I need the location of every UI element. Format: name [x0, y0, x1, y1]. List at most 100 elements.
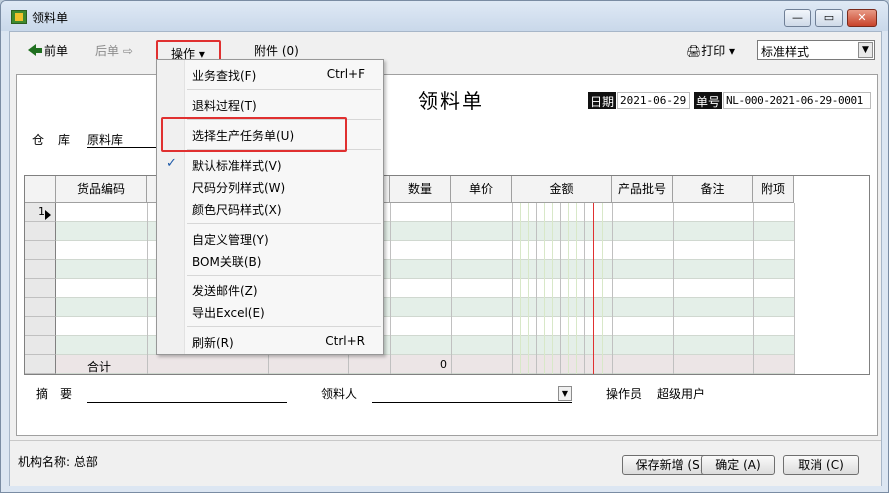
close-button[interactable]: ✕: [847, 9, 877, 27]
amount-digit-line: [584, 203, 585, 374]
total-row: [56, 355, 794, 374]
toolbar: 前单 后单 ⇨ 操作 ▾ 附件 (0) 🖨打印 ▾ 标准样式 ▼: [10, 32, 881, 70]
amount-digit-line: [528, 203, 529, 374]
summary-field[interactable]: [87, 402, 287, 403]
operator-label: 操作员: [606, 387, 643, 401]
operations-menu: 业务查找(F) Ctrl+F 退料过程(T) 选择生产任务单(U) ✓ 默认标准…: [156, 59, 384, 355]
status-bar: 机构名称: 总部 保存新增 (S) 确定 (A) 取消 (C): [10, 440, 881, 486]
date-label: 日期: [588, 92, 617, 109]
menu-shortcut-search: Ctrl+F: [326, 67, 365, 81]
amount-digit-line: [520, 203, 521, 374]
row-header[interactable]: [25, 241, 56, 260]
minimize-button[interactable]: —: [784, 9, 811, 27]
amount-digit-line: [576, 203, 577, 374]
col-unit-price[interactable]: 单价: [451, 176, 512, 203]
menu-separator: [187, 275, 381, 276]
row-header[interactable]: [25, 317, 56, 336]
next-doc-button[interactable]: 后单 ⇨: [95, 42, 133, 60]
menu-item-bom-link[interactable]: BOM关联(B): [192, 253, 261, 271]
row-header[interactable]: [25, 260, 56, 279]
grid-divider: [451, 203, 452, 374]
menu-item-refresh[interactable]: 刷新(R): [192, 334, 234, 352]
cancel-button[interactable]: 取消 (C): [783, 455, 859, 475]
grid-divider: [794, 203, 795, 374]
main-window: 领料单 — ▭ ✕ 前单 后单 ⇨ 操作 ▾ 附件 (0) 🖨打印 ▾ 标准样式…: [0, 0, 889, 493]
chevron-down-icon[interactable]: ▼: [558, 386, 572, 401]
row-header[interactable]: [25, 336, 56, 355]
voucher-form: 领料单 日期 2021-06-29 单号 NL-000-2021-06-29-0…: [16, 74, 878, 436]
operator-value: 超级用户: [657, 387, 706, 401]
col-amount[interactable]: 金额: [512, 176, 612, 203]
title-bar: 领料单 — ▭ ✕: [1, 1, 888, 31]
menu-separator: [187, 223, 381, 224]
menu-item-custom-management[interactable]: 自定义管理(Y): [192, 231, 269, 249]
check-icon: ✓: [166, 156, 177, 171]
menu-gutter: [157, 60, 185, 354]
row-header[interactable]: [25, 222, 56, 241]
warehouse-label: 仓库: [32, 133, 85, 147]
print-button[interactable]: 🖨打印 ▾: [686, 42, 735, 60]
grid-divider: [147, 203, 148, 374]
col-remark[interactable]: 备注: [673, 176, 753, 203]
prev-doc-label: 前单: [44, 44, 69, 58]
grid-divider: [673, 203, 674, 374]
warehouse-field[interactable]: 原料库: [87, 131, 160, 148]
menu-shortcut-refresh: Ctrl+R: [325, 334, 365, 348]
col-quantity[interactable]: 数量: [390, 176, 451, 203]
prev-doc-button[interactable]: 前单: [28, 42, 68, 60]
total-quantity: 0: [440, 358, 447, 371]
amount-digit-line: [544, 203, 545, 374]
menu-separator: [187, 326, 381, 327]
chevron-down-icon[interactable]: ▼: [858, 42, 873, 58]
receiver-label: 领料人: [321, 387, 358, 401]
doc-no-label: 单号: [694, 92, 723, 109]
amount-digit-line: [568, 203, 569, 374]
grid-divider: [390, 203, 391, 374]
menu-item-send-email[interactable]: 发送邮件(Z): [192, 282, 258, 300]
window-client-area: 前单 后单 ⇨ 操作 ▾ 附件 (0) 🖨打印 ▾ 标准样式 ▼ 领料单 日期 …: [9, 31, 882, 486]
arrow-left-stem: [36, 48, 42, 53]
doc-no-field[interactable]: NL-000-2021-06-29-0001: [723, 92, 871, 109]
col-extra[interactable]: 附项: [753, 176, 794, 203]
row-header-1[interactable]: 1: [25, 203, 56, 222]
window-title: 领料单: [32, 11, 69, 25]
menu-item-color-size-style[interactable]: 颜色尺码样式(X): [192, 201, 282, 219]
total-label: 合计: [87, 360, 112, 374]
arrow-left-icon: [28, 44, 36, 56]
menu-item-return-process[interactable]: 退料过程(T): [192, 97, 257, 115]
app-icon: [11, 10, 27, 24]
menu-item-size-column-style[interactable]: 尺码分列样式(W): [192, 179, 285, 197]
amount-digit-line: [602, 203, 603, 374]
attachments-button[interactable]: 附件 (0): [254, 42, 299, 60]
grid-divider: [512, 203, 513, 374]
row-header[interactable]: [25, 298, 56, 317]
grid-divider: [753, 203, 754, 374]
menu-separator: [187, 89, 381, 90]
amount-digit-line: [560, 203, 561, 374]
next-doc-label: 后单: [95, 44, 120, 58]
summary-label: 摘要: [36, 387, 85, 401]
grid-corner: [25, 176, 56, 203]
menu-item-default-style[interactable]: 默认标准样式(V): [192, 157, 282, 175]
amount-decimal-line: [593, 203, 594, 374]
highlight-annotation: [161, 117, 347, 152]
receiver-field[interactable]: ▼: [372, 386, 572, 403]
date-field[interactable]: 2021-06-29: [617, 92, 690, 109]
col-batch-no[interactable]: 产品批号: [612, 176, 673, 203]
amount-digit-line: [552, 203, 553, 374]
style-select[interactable]: 标准样式 ▼: [757, 40, 875, 60]
items-grid[interactable]: 货品编码 数量 单价 金额 产品批号 备注 附项 1 合计 0: [24, 175, 870, 375]
row-header[interactable]: [25, 279, 56, 298]
form-title: 领料单: [418, 89, 484, 113]
maximize-button[interactable]: ▭: [815, 9, 843, 27]
org-name: 机构名称: 总部: [18, 455, 98, 469]
current-row-marker-icon: [45, 210, 51, 220]
menu-item-export-excel[interactable]: 导出Excel(E): [192, 304, 265, 322]
row-header: [25, 355, 56, 374]
grid-divider: [612, 203, 613, 374]
style-select-value: 标准样式: [761, 45, 810, 59]
menu-item-business-search[interactable]: 业务查找(F): [192, 67, 256, 85]
ok-button[interactable]: 确定 (A): [701, 455, 775, 475]
col-item-code[interactable]: 货品编码: [56, 176, 147, 203]
amount-digit-line: [536, 203, 537, 374]
